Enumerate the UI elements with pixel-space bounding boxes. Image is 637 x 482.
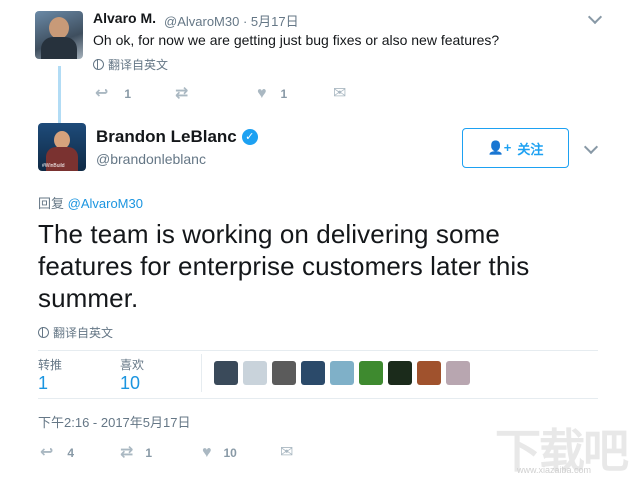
tweet-text: Oh ok, for now we are getting just bug f… bbox=[93, 32, 500, 48]
liker-avatar[interactable] bbox=[446, 361, 470, 385]
author-name[interactable]: Alvaro M. bbox=[93, 10, 156, 26]
reply-icon: ↩ bbox=[95, 85, 109, 102]
retweet-button[interactable]: ⇄ bbox=[175, 86, 196, 102]
retweet-count: 1 bbox=[145, 446, 153, 460]
divider bbox=[38, 350, 598, 351]
translate-label: 翻译自英文 bbox=[53, 326, 114, 340]
liker-avatar[interactable] bbox=[243, 361, 267, 385]
author-handle[interactable]: @brandonleblanc bbox=[96, 151, 206, 167]
liker-avatar[interactable] bbox=[214, 361, 238, 385]
tweet-text: The team is working on delivering some f… bbox=[38, 219, 530, 313]
dm-button[interactable]: ✉ bbox=[280, 445, 293, 461]
reply-count: 4 bbox=[67, 446, 75, 460]
retweets-label: 转推 bbox=[38, 358, 63, 372]
like-count: 1 bbox=[280, 87, 288, 101]
like-button[interactable]: ♥ 10 bbox=[202, 445, 237, 461]
follow-button[interactable]: 👤+ 关注 bbox=[462, 128, 569, 168]
author-handle-date[interactable]: @AlvaroM30 · 5月17日 bbox=[164, 11, 299, 30]
likes-value: 10 bbox=[120, 373, 141, 393]
liker-avatar[interactable] bbox=[330, 361, 354, 385]
liker-avatar[interactable] bbox=[359, 361, 383, 385]
translate-link[interactable]: 翻译自英文 bbox=[93, 56, 168, 73]
avatar[interactable]: #WinBuild bbox=[38, 123, 86, 171]
thread-connector bbox=[58, 66, 61, 124]
retweet-icon: ⇄ bbox=[120, 444, 134, 461]
liker-avatar[interactable] bbox=[417, 361, 441, 385]
reply-button[interactable]: ↩ 4 bbox=[40, 445, 74, 461]
author-name[interactable]: Brandon LeBlanc bbox=[96, 127, 237, 147]
dm-icon: ✉ bbox=[280, 444, 294, 461]
retweets-value: 1 bbox=[38, 373, 49, 393]
avatar[interactable] bbox=[35, 11, 83, 59]
reply-icon: ↩ bbox=[40, 444, 54, 461]
chevron-down-icon bbox=[583, 139, 599, 155]
retweets-stat[interactable]: 转推 1 bbox=[38, 356, 62, 394]
likes-stat[interactable]: 喜欢 10 bbox=[120, 356, 144, 394]
chevron-down-icon bbox=[587, 9, 603, 25]
heart-icon: ♥ bbox=[202, 444, 212, 461]
tweet-timestamp[interactable]: 下午2:16 - 2017年5月17日 bbox=[38, 412, 190, 431]
translate-label: 翻译自英文 bbox=[108, 58, 169, 72]
like-button[interactable]: ♥ 1 bbox=[257, 86, 287, 102]
liker-avatar[interactable] bbox=[272, 361, 296, 385]
author-name-row[interactable]: Brandon LeBlanc ✓ bbox=[96, 127, 258, 147]
translate-link[interactable]: 翻译自英文 bbox=[38, 324, 113, 341]
divider bbox=[38, 398, 598, 399]
globe-icon bbox=[38, 327, 49, 338]
heart-icon: ♥ bbox=[257, 85, 267, 102]
follow-user-icon: 👤+ bbox=[487, 140, 512, 155]
retweet-button[interactable]: ⇄ 1 bbox=[120, 445, 152, 461]
like-count: 10 bbox=[223, 446, 237, 460]
tweet-menu-button[interactable] bbox=[583, 139, 599, 155]
reply-prefix: 回复 bbox=[38, 196, 65, 211]
follow-label: 关注 bbox=[517, 141, 544, 157]
tweet-menu-button[interactable] bbox=[587, 9, 603, 25]
dm-button[interactable]: ✉ bbox=[333, 86, 346, 102]
stat-divider bbox=[201, 354, 202, 392]
liker-avatar[interactable] bbox=[301, 361, 325, 385]
reply-mention-link[interactable]: @AlvaroM30 bbox=[68, 196, 143, 211]
retweet-icon: ⇄ bbox=[175, 85, 189, 102]
reply-context: 回复 @AlvaroM30 bbox=[38, 193, 143, 212]
liker-avatar[interactable] bbox=[388, 361, 412, 385]
verified-icon: ✓ bbox=[241, 129, 258, 145]
likes-label: 喜欢 bbox=[120, 358, 145, 372]
watermark-logo: 下载吧 www.xiazaiba.com bbox=[495, 424, 629, 478]
reply-button[interactable]: ↩ 1 bbox=[95, 86, 131, 102]
dm-icon: ✉ bbox=[333, 85, 347, 102]
likers-avatars bbox=[214, 361, 470, 385]
globe-icon bbox=[93, 59, 104, 70]
reply-count: 1 bbox=[124, 87, 132, 101]
